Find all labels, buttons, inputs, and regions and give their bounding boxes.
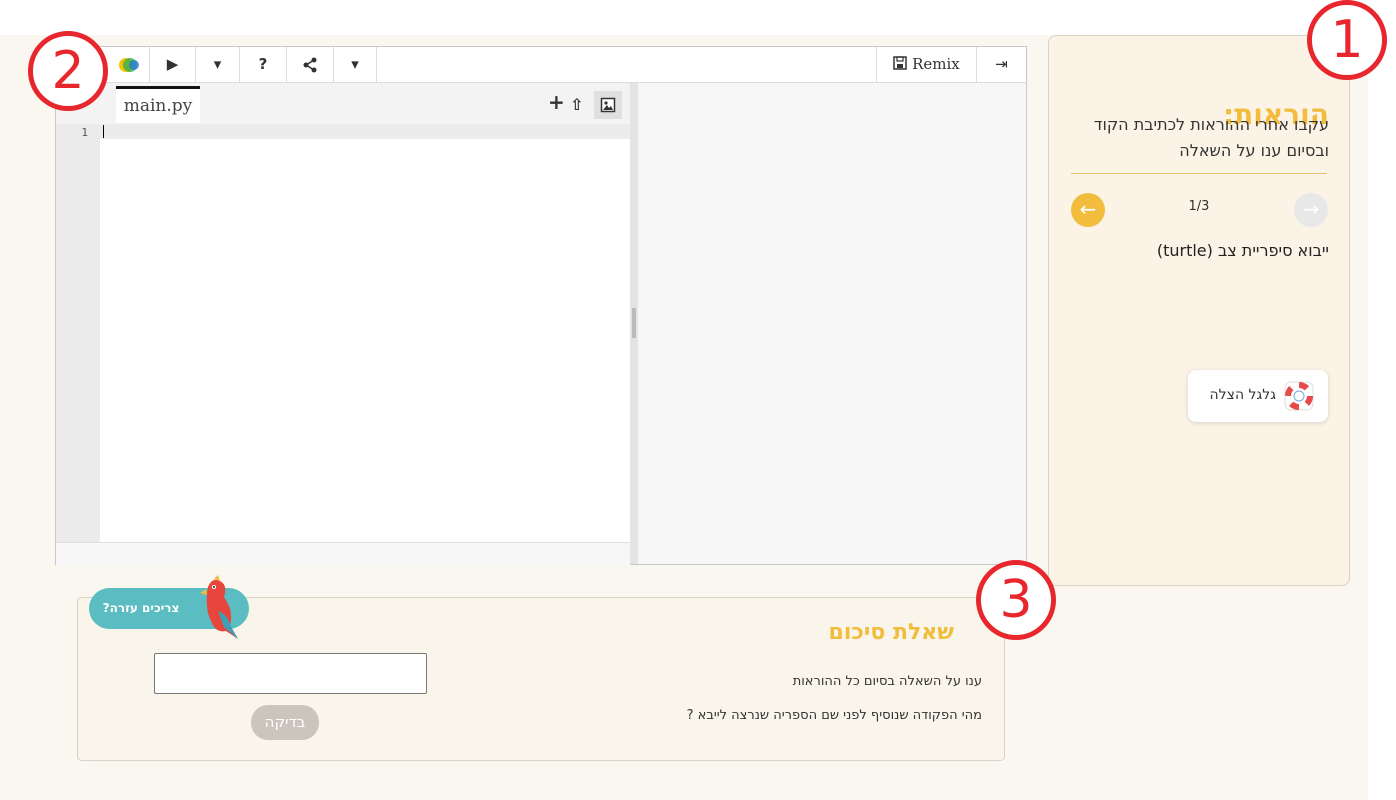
instructions-panel: הוראות: עקבו אחרי ההוראות לכתיבת הקוד וב…: [1048, 35, 1350, 586]
code-editor: ▶ ▾ ? ▾ Remix ⇥ main.py + ⇧ 1: [55, 46, 1027, 565]
upload-icon[interactable]: ⇧: [570, 97, 583, 113]
parrot-icon: [200, 575, 238, 639]
file-tabs-bar: main.py + ⇧: [56, 83, 630, 124]
text-caret: [103, 125, 104, 138]
output-panel: [638, 83, 1026, 564]
image-icon: [600, 97, 616, 113]
editor-toolbar: ▶ ▾ ? ▾ Remix ⇥: [56, 47, 1026, 83]
run-options-dropdown[interactable]: ▾: [196, 47, 240, 82]
login-button[interactable]: ⇥: [977, 47, 1026, 82]
check-button[interactable]: בדיקה: [251, 705, 319, 740]
help-button[interactable]: ?: [240, 47, 287, 82]
remix-button[interactable]: Remix: [876, 47, 977, 82]
code-footer: [56, 542, 630, 565]
answer-input[interactable]: [154, 653, 427, 694]
share-options-dropdown[interactable]: ▾: [334, 47, 377, 82]
step-marker-2: 2: [28, 31, 108, 111]
share-button[interactable]: [287, 47, 334, 82]
lifebuoy-icon: [1284, 381, 1314, 411]
code-input-area[interactable]: 1: [56, 124, 630, 542]
run-button[interactable]: ▶: [150, 47, 196, 82]
line-gutter: 1: [56, 124, 100, 542]
need-help-label: צריכים עזרה?: [102, 601, 180, 615]
add-file-icon[interactable]: +: [548, 92, 565, 112]
step-marker-1: 1: [1307, 0, 1387, 80]
summary-question: מהי הפקודה שנוסיף לפני שם הספריה שנרצה ל…: [686, 708, 982, 723]
splitter-grip[interactable]: [632, 308, 636, 338]
instructions-divider: [1071, 173, 1327, 174]
line-number: 1: [81, 126, 88, 139]
share-icon: [303, 57, 317, 72]
lifebuoy-label: גלגל הצלה: [1209, 387, 1276, 403]
image-files-button[interactable]: [594, 91, 622, 119]
lifebuoy-button[interactable]: גלגל הצלה: [1188, 370, 1328, 422]
tab-main-py[interactable]: main.py: [116, 86, 200, 123]
summary-title: שאלת סיכום: [828, 620, 954, 645]
step-marker-3: 3: [976, 560, 1056, 640]
step-text: ייבוא סיפריית צב (turtle): [1156, 241, 1329, 260]
summary-instruction: ענו על השאלה בסיום כל ההוראות: [792, 674, 982, 689]
save-icon: [893, 56, 908, 70]
logo-icon: [106, 47, 150, 82]
pane-splitter[interactable]: [630, 83, 638, 564]
remix-label: Remix: [912, 55, 960, 73]
instructions-description: עקבו אחרי ההוראות לכתיבת הקוד ובסיום ענו…: [1093, 115, 1329, 160]
next-step-button[interactable]: →: [1294, 193, 1328, 227]
active-line-highlight: [100, 124, 630, 139]
